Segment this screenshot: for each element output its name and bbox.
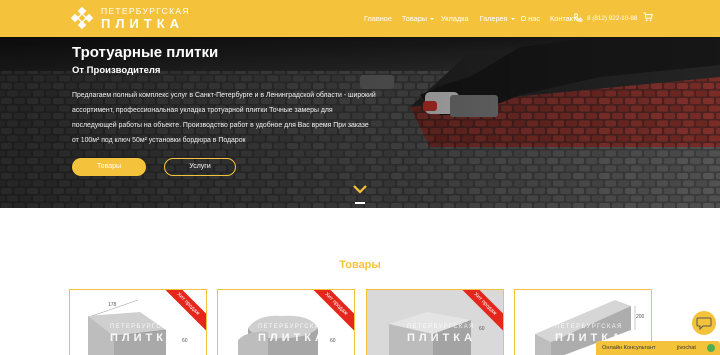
product-card[interactable]: 178 60 ПЕТЕРБУРГСКАЯ ПЛИТКА Хит продаж xyxy=(69,289,207,355)
cart-icon[interactable] xyxy=(643,12,653,22)
phone-icon xyxy=(574,13,583,22)
watermark-line-2: ПЛИТКА xyxy=(407,332,476,344)
nav-item-gallery[interactable]: Галерея xyxy=(480,14,515,23)
services-button[interactable]: Услуги xyxy=(164,158,236,176)
hero-description: Предлагаем полный комплекс услуг в Санкт… xyxy=(72,92,376,144)
products-button[interactable]: Товары xyxy=(72,158,146,176)
nav-item-laying[interactable]: Укладка xyxy=(441,14,469,23)
page: ПЕТЕРБУРГСКАЯ ПЛИТКА Главное Товары Укла… xyxy=(0,0,720,355)
product-card[interactable]: 60 ПЕТЕРБУРГСКАЯ ПЛИТКА Хит продаж xyxy=(366,289,504,355)
hero-banner: Тротуарные плитки От Производителя Предл… xyxy=(0,37,720,208)
products-section-title: Товары xyxy=(339,259,381,271)
hero-title: Тротуарные плитки xyxy=(72,44,219,61)
dimension-label: 178 xyxy=(108,302,117,308)
logo-line-1: ПЕТЕРБУРГСКАЯ xyxy=(101,5,190,16)
logo-text: ПЕТЕРБУРГСКАЯ ПЛИТКА xyxy=(101,7,190,31)
watermark-line-1: ПЕТЕРБУРГСКАЯ xyxy=(407,324,475,330)
watermark-line-1: ПЕТЕРБУРГСКАЯ xyxy=(258,324,326,330)
scroll-indicator xyxy=(355,202,365,204)
product-card[interactable]: 60 ПЕТЕРБУРГСКАЯ ПЛИТКА Хит продаж xyxy=(217,289,355,355)
chat-launcher-button[interactable] xyxy=(692,311,716,335)
main-nav: Главное Товары Укладка Галерея О нас Кон… xyxy=(364,14,582,23)
online-status-dot xyxy=(707,344,715,352)
phone-number: 8 (812) 922-10-88 xyxy=(587,14,638,22)
watermark-line-1: ПЕТЕРБУРГСКАЯ xyxy=(555,324,623,330)
watermark-line-2: ПЛИТКА xyxy=(110,332,179,344)
chat-bubble-icon xyxy=(696,317,712,331)
site-logo[interactable]: ПЕТЕРБУРГСКАЯ ПЛИТКА xyxy=(69,5,190,32)
chat-label: Онлайн Консультант xyxy=(602,345,656,351)
hero-subtitle: От Производителя xyxy=(72,65,161,76)
nav-item-home[interactable]: Главное xyxy=(364,14,392,23)
online-consultant-bar[interactable]: Онлайн Консультант jivochat xyxy=(596,341,720,355)
logo-icon xyxy=(70,6,94,29)
chat-brand: jivochat xyxy=(677,345,696,351)
watermark-line-1: ПЕТЕРБУРГСКАЯ xyxy=(110,324,178,330)
watermark-line-2: ПЛИТКА xyxy=(258,332,327,344)
nav-item-products[interactable]: Товары xyxy=(402,14,434,23)
dimension-label: 60 xyxy=(479,326,485,332)
phone-link[interactable]: 8 (812) 922-10-88 xyxy=(573,13,637,23)
dimension-label: 60 xyxy=(182,338,188,344)
dimension-label: 200 xyxy=(636,314,645,320)
chevron-down-icon[interactable] xyxy=(352,183,368,195)
site-header: ПЕТЕРБУРГСКАЯ ПЛИТКА Главное Товары Укла… xyxy=(0,0,720,37)
logo-line-2: ПЛИТКА xyxy=(101,16,185,32)
dimension-label: 60 xyxy=(330,338,336,344)
nav-item-about[interactable]: О нас xyxy=(521,14,540,23)
